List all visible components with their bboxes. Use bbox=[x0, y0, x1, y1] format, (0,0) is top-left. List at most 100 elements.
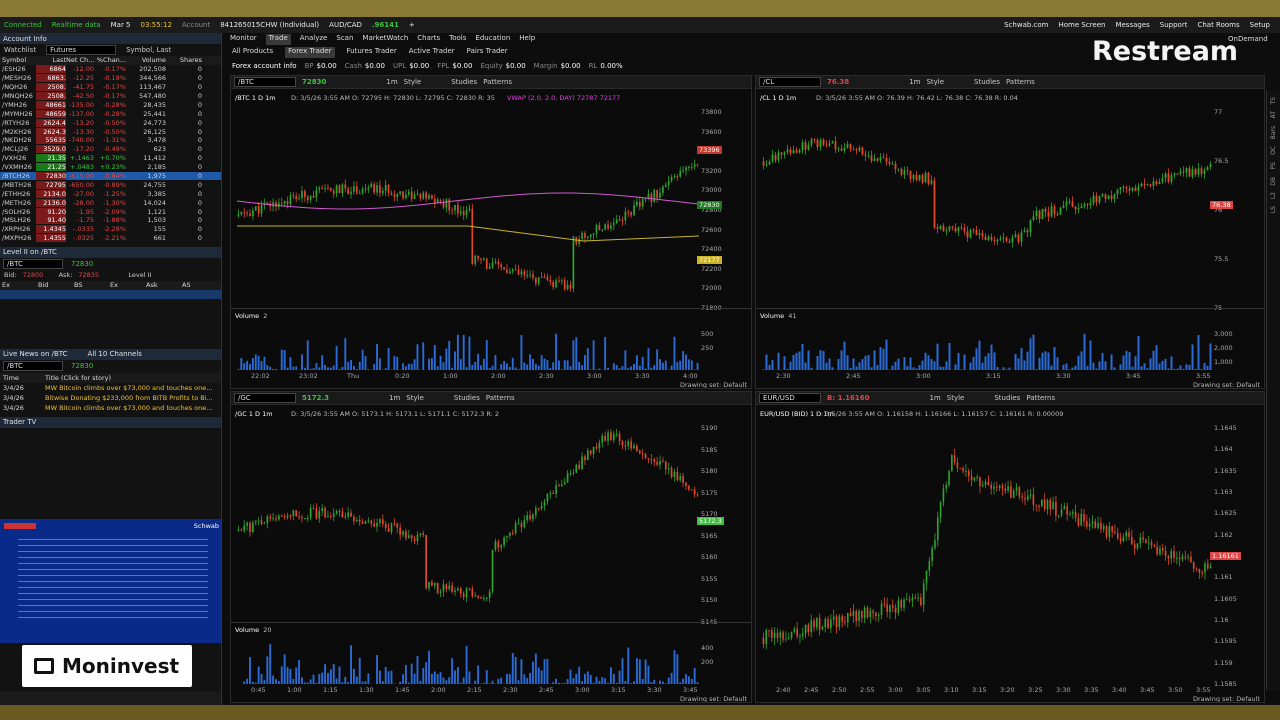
drawing-set[interactable]: Drawing set: Default bbox=[1193, 381, 1260, 388]
volume-bar bbox=[272, 368, 275, 370]
watchlist-row[interactable]: /MBTH26 72795 -650.00 -0.89% 24,755 0 bbox=[0, 180, 221, 189]
add-icon[interactable]: + bbox=[409, 21, 415, 29]
sidebar-tab[interactable]: OC bbox=[1270, 146, 1277, 155]
tab-help[interactable]: Help bbox=[519, 34, 535, 45]
trader-tv-video[interactable]: Schwab bbox=[0, 519, 221, 643]
account-info-header[interactable]: Account Info bbox=[0, 33, 221, 44]
watchlist-row[interactable]: /ETHH26 2134.0 -27.00 -1.25% 3,385 0 bbox=[0, 189, 221, 198]
watchlist-row[interactable]: /SOLH26 91.20 -1.95 -2.09% 1,121 0 bbox=[0, 207, 221, 216]
news-item[interactable]: 3/4/26 MW Bitcoin climbs over $73,000 and… bbox=[0, 383, 221, 393]
drawing-set[interactable]: Drawing set: Default bbox=[680, 381, 747, 388]
sidebar-tab[interactable]: AT bbox=[1270, 111, 1277, 118]
tab-charts[interactable]: Charts bbox=[417, 34, 440, 45]
tab-trade[interactable]: Trade bbox=[265, 34, 291, 45]
news-symbol[interactable]: /BTC bbox=[3, 361, 63, 372]
subtab-1[interactable]: Forex Trader bbox=[285, 47, 335, 58]
trader-tv-header[interactable]: Trader TV bbox=[0, 416, 221, 428]
watchlist-row[interactable]: /MXPH26 1.4355 -.0325 -2.21% 661 0 bbox=[0, 234, 221, 243]
candle bbox=[1192, 562, 1195, 569]
level2-header[interactable]: Level II on /BTC bbox=[0, 246, 221, 258]
news-item[interactable]: 3/4/26 MW Bitcoin climbs over $73,000 and… bbox=[0, 403, 221, 413]
watchlist-col-2[interactable]: Net Ch... bbox=[66, 56, 94, 64]
volume-bar bbox=[933, 361, 936, 370]
chart-canvas[interactable] bbox=[756, 392, 1265, 703]
watchlist-row[interactable]: /NQH26 2508. -41.75 -0.17% 113,467 0 bbox=[0, 83, 221, 92]
top-link-0[interactable]: Schwab.com bbox=[1004, 21, 1048, 29]
watchlist-row[interactable]: /MNQH26 2508. -42.50 -0.17% 547,480 0 bbox=[0, 92, 221, 101]
watchlist-col-1[interactable]: Last bbox=[36, 56, 66, 64]
watchlist-row[interactable]: /MSLH26 91.40 -1.75 -1.88% 1,503 0 bbox=[0, 216, 221, 225]
chart-canvas[interactable] bbox=[756, 76, 1265, 389]
volume-bar bbox=[445, 680, 448, 684]
candle bbox=[1114, 531, 1116, 533]
subtab-3[interactable]: Active Trader bbox=[409, 47, 455, 58]
sidebar-tab[interactable]: LS bbox=[1270, 206, 1277, 213]
tab-analyze[interactable]: Analyze bbox=[300, 34, 328, 45]
subtab-0[interactable]: All Products bbox=[232, 47, 273, 58]
watchlist-row[interactable]: /YMH26 48661 -135.00 -0.28% 28,435 0 bbox=[0, 100, 221, 109]
ticker-symbol[interactable]: AUD/CAD bbox=[329, 21, 362, 29]
watchlist-col-5[interactable]: Shares bbox=[166, 56, 202, 64]
sidebar-tab[interactable]: Bars bbox=[1270, 126, 1277, 139]
watchlist-row[interactable]: /RTYH26 2624.4 -13.20 -0.50% 24,773 0 bbox=[0, 118, 221, 127]
chart-canvas[interactable] bbox=[231, 76, 752, 389]
candle bbox=[289, 195, 292, 205]
candle bbox=[364, 521, 367, 524]
sidebar-tab[interactable]: L2 bbox=[1270, 192, 1277, 199]
watchlist-col-3[interactable]: %Chan... bbox=[94, 56, 126, 64]
watchlist-row[interactable]: /NKDH26 55635 -740.00 -1.31% 3,478 0 bbox=[0, 136, 221, 145]
candle bbox=[361, 188, 364, 194]
watchlist-col-0[interactable]: Symbol bbox=[2, 56, 36, 64]
volume-bar bbox=[275, 679, 277, 684]
tab-tools[interactable]: Tools bbox=[449, 34, 466, 45]
watchlist-row[interactable]: /M2KH26 2624.3 -13.30 -0.50% 26,125 0 bbox=[0, 127, 221, 136]
drawing-set[interactable]: Drawing set: Default bbox=[1193, 695, 1260, 702]
volume-bar bbox=[1077, 355, 1080, 370]
watchlist-row[interactable]: /MCLJ26 3529.0 -17.20 -0.49% 623 0 bbox=[0, 145, 221, 154]
watchlist-row[interactable]: /MYMH26 48659 -137.00 -0.28% 25,441 0 bbox=[0, 109, 221, 118]
top-link-4[interactable]: Chat Rooms bbox=[1197, 21, 1239, 29]
candle bbox=[298, 516, 300, 518]
news-title[interactable]: Live News on /BTC bbox=[3, 350, 68, 358]
sidebar-tab[interactable]: TS bbox=[1270, 97, 1277, 104]
volume-bar bbox=[485, 670, 488, 684]
watchlist-row[interactable]: /XRPH26 1.4345 -.0335 -2.28% 155 0 bbox=[0, 225, 221, 234]
watchlist-row[interactable]: /MESH26 6863. -12.25 -0.18% 344,566 0 bbox=[0, 74, 221, 83]
candle bbox=[295, 195, 298, 199]
watchlist-row[interactable]: /BTCH26 72830 -615.00 -0.84% 1,975 0 bbox=[0, 171, 221, 181]
volume-bar bbox=[936, 343, 939, 370]
watchlist-col-4[interactable]: Volume bbox=[126, 56, 166, 64]
tab-education[interactable]: Education bbox=[475, 34, 510, 45]
level2-symbol[interactable]: /BTC bbox=[3, 259, 63, 270]
watchlist-row[interactable]: /ESH26 6864 -12.00 -0.17% 202,508 0 bbox=[0, 65, 221, 74]
watchlist-row[interactable]: /METH26 2136.0 -28.00 -1.30% 14,024 0 bbox=[0, 198, 221, 207]
candle bbox=[765, 164, 768, 166]
chart-canvas[interactable] bbox=[231, 392, 752, 703]
tab-scan[interactable]: Scan bbox=[336, 34, 353, 45]
subtab-2[interactable]: Futures Trader bbox=[347, 47, 397, 58]
news-channels[interactable]: All 10 Channels bbox=[88, 350, 142, 358]
tab-monitor[interactable]: Monitor bbox=[230, 34, 257, 45]
volume-bar bbox=[506, 673, 508, 684]
top-link-5[interactable]: Setup bbox=[1250, 21, 1270, 29]
candle bbox=[361, 521, 364, 524]
candle bbox=[804, 624, 807, 634]
sidebar-tab[interactable]: DB bbox=[1270, 177, 1277, 186]
candle bbox=[690, 489, 693, 491]
top-link-3[interactable]: Support bbox=[1160, 21, 1188, 29]
subtab-4[interactable]: Pairs Trader bbox=[467, 47, 508, 58]
account-select[interactable]: 841265015CHW (Individual) bbox=[220, 21, 319, 29]
top-link-1[interactable]: Home Screen bbox=[1058, 21, 1105, 29]
watchlist-select[interactable]: Futures bbox=[46, 45, 117, 55]
watchlist-row[interactable]: /VXH26 21.35 +.1463 +0.70% 11,412 0 bbox=[0, 154, 221, 163]
drawing-set[interactable]: Drawing set: Default bbox=[680, 695, 747, 702]
news-item[interactable]: 3/4/26 Bitwise Donating $233,000 from BIT… bbox=[0, 393, 221, 403]
sidebar-tab[interactable]: PS bbox=[1270, 162, 1277, 169]
candle bbox=[278, 515, 280, 520]
watchlist-row[interactable]: /VXMH26 21.25 +.0483 +0.23% 2,185 0 bbox=[0, 163, 221, 172]
volume-bar bbox=[295, 667, 298, 684]
top-link-2[interactable]: Messages bbox=[1115, 21, 1149, 29]
candle bbox=[540, 505, 543, 509]
candle bbox=[825, 144, 828, 146]
tab-marketwatch[interactable]: MarketWatch bbox=[362, 34, 408, 45]
